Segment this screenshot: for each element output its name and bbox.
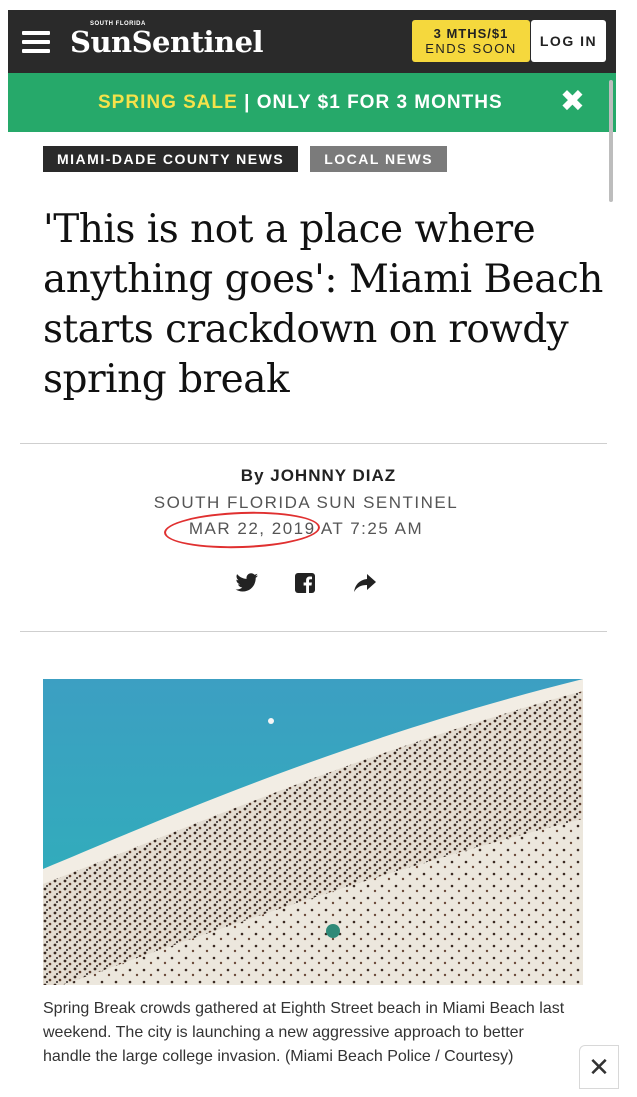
tag-miami-dade-county-news[interactable]: MIAMI-DADE COUNTY NEWS xyxy=(43,146,299,172)
sale-banner-text: SPRING SALE | ONLY $1 FOR 3 MONTHS xyxy=(98,92,503,114)
logo-small-text: SOUTH FLORIDA xyxy=(90,20,146,27)
share-icon[interactable] xyxy=(351,570,379,596)
tag-local-news[interactable]: LOCAL NEWS xyxy=(310,146,448,172)
photo-caption: Spring Break crowds gathered at Eighth S… xyxy=(43,1000,565,1065)
byline[interactable]: By JOHNNY DIAZ xyxy=(0,466,637,486)
date-annotation-circle xyxy=(163,509,321,551)
sale-banner[interactable]: SPRING SALE | ONLY $1 FOR 3 MONTHS ✖ xyxy=(8,73,616,132)
divider xyxy=(20,443,607,444)
facebook-icon[interactable] xyxy=(291,570,319,596)
login-button[interactable]: LOG IN xyxy=(531,20,606,62)
publication-source: SOUTH FLORIDA SUN SENTINEL xyxy=(153,493,459,512)
site-logo[interactable]: SOUTH FLORIDA SunSentinel xyxy=(70,21,264,59)
subscribe-promo-button[interactable]: 3 MTHS/$1 ENDS SOON xyxy=(412,20,530,62)
scrollbar[interactable] xyxy=(609,80,613,202)
close-icon[interactable]: ✖ xyxy=(558,87,588,117)
divider xyxy=(20,631,607,632)
promo-line2: ENDS SOON xyxy=(425,41,517,56)
twitter-icon[interactable] xyxy=(233,570,261,596)
logo-text: SunSentinel xyxy=(70,24,264,59)
section-tags: MIAMI-DADE COUNTY NEWS LOCAL NEWS xyxy=(43,146,448,172)
sale-separator: | xyxy=(237,91,257,113)
article-photo[interactable] xyxy=(43,679,583,985)
hamburger-icon[interactable] xyxy=(22,30,50,53)
sale-label: SPRING SALE xyxy=(98,91,238,113)
article-headline: 'This is not a place where anything goes… xyxy=(43,207,603,402)
close-icon[interactable]: ✕ xyxy=(579,1045,619,1089)
promo-line1: 3 MTHS/$1 xyxy=(433,26,509,41)
sale-offer: ONLY $1 FOR 3 MONTHS xyxy=(256,91,503,113)
